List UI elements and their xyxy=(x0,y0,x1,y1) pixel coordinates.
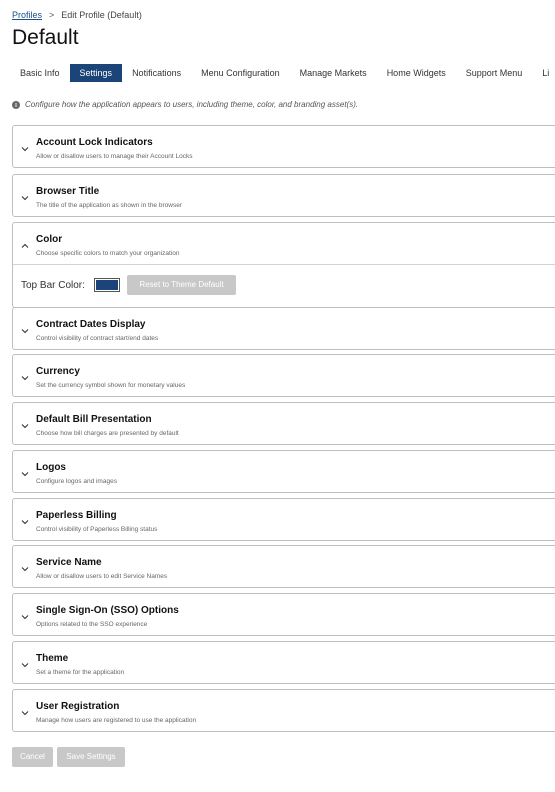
tab-settings[interactable]: Settings xyxy=(69,64,123,82)
section-description: Set a theme for the application xyxy=(36,669,125,676)
info-note-text: Configure how the application appears to… xyxy=(25,100,359,109)
section-default-bill-presentation: Default Bill Presentation Choose how bil… xyxy=(12,402,555,445)
tab-menu-configuration[interactable]: Menu Configuration xyxy=(191,64,290,82)
top-bar-color-label: Top Bar Color: xyxy=(21,280,85,291)
section-description: Options related to the SSO experience xyxy=(36,621,148,628)
section-account-lock-indicators: Account Lock Indicators Allow or disallo… xyxy=(12,125,555,168)
section-header[interactable]: Logos Configure logos and images xyxy=(13,451,555,492)
section-contract-dates-display: Contract Dates Display Control visibilit… xyxy=(12,307,555,350)
color-swatch xyxy=(96,280,118,290)
breadcrumb: Profiles > Edit Profile (Default) xyxy=(12,10,142,20)
tab-support-menu[interactable]: Support Menu xyxy=(456,64,533,82)
chevron-down-icon xyxy=(21,472,29,477)
chevron-down-icon xyxy=(21,424,29,429)
breadcrumb-current: Edit Profile (Default) xyxy=(61,10,142,20)
section-header[interactable]: Theme Set a theme for the application xyxy=(13,642,555,683)
section-header[interactable]: Single Sign-On (SSO) Options Options rel… xyxy=(13,594,555,635)
section-header[interactable]: User Registration Manage how users are r… xyxy=(13,690,555,731)
save-settings-button[interactable]: Save Settings xyxy=(57,747,125,767)
page-title: Default xyxy=(12,26,79,49)
tab-overflow[interactable]: Li xyxy=(532,64,555,82)
top-bar-color-picker[interactable] xyxy=(94,278,120,292)
color-settings-body: Top Bar Color: Reset to Theme Default xyxy=(13,264,555,307)
section-theme: Theme Set a theme for the application xyxy=(12,641,555,684)
tab-basic-info[interactable]: Basic Info xyxy=(0,64,70,82)
info-icon xyxy=(12,100,20,109)
chevron-down-icon xyxy=(21,615,29,620)
section-description: Control visibility of contract start/end… xyxy=(36,335,159,342)
section-title: Color xyxy=(36,234,63,245)
breadcrumb-separator: > xyxy=(49,10,55,20)
section-logos: Logos Configure logos and images xyxy=(12,450,555,493)
section-currency: Currency Set the currency symbol shown f… xyxy=(12,354,555,397)
chevron-down-icon xyxy=(21,196,29,201)
section-description: Choose how bill charges are presented by… xyxy=(36,430,179,437)
tab-bar: Basic Info Settings Notifications Menu C… xyxy=(0,64,555,82)
section-title: Account Lock Indicators xyxy=(36,137,153,148)
section-service-name: Service Name Allow or disallow users to … xyxy=(12,545,555,588)
chevron-down-icon xyxy=(21,520,29,525)
section-browser-title: Browser Title The title of the applicati… xyxy=(12,174,555,217)
section-title: Service Name xyxy=(36,557,102,568)
section-description: Choose specific colors to match your org… xyxy=(36,250,180,257)
section-header[interactable]: Service Name Allow or disallow users to … xyxy=(13,546,555,587)
chevron-down-icon xyxy=(21,567,29,572)
info-note: Configure how the application appears to… xyxy=(12,100,358,109)
section-title: Contract Dates Display xyxy=(36,319,146,330)
section-header[interactable]: Contract Dates Display Control visibilit… xyxy=(13,308,555,349)
tab-home-widgets[interactable]: Home Widgets xyxy=(377,64,456,82)
tab-manage-markets[interactable]: Manage Markets xyxy=(290,64,377,82)
chevron-down-icon xyxy=(21,147,29,152)
section-title: Logos xyxy=(36,462,66,473)
section-title: Default Bill Presentation xyxy=(36,414,152,425)
chevron-down-icon xyxy=(21,663,29,668)
section-description: Configure logos and images xyxy=(36,478,117,485)
section-title: Theme xyxy=(36,653,69,664)
section-header[interactable]: Paperless Billing Control visibility of … xyxy=(13,499,555,540)
section-title: Currency xyxy=(36,366,80,377)
section-title: User Registration xyxy=(36,701,120,712)
section-description: Manage how users are registered to use t… xyxy=(36,717,197,724)
section-header[interactable]: Account Lock Indicators Allow or disallo… xyxy=(13,126,555,167)
section-header[interactable]: Default Bill Presentation Choose how bil… xyxy=(13,403,555,444)
section-header[interactable]: Color Choose specific colors to match yo… xyxy=(13,223,555,264)
section-description: Allow or disallow users to manage their … xyxy=(36,153,193,160)
section-description: Control visibility of Paperless Billing … xyxy=(36,526,158,533)
section-user-registration: User Registration Manage how users are r… xyxy=(12,689,555,732)
reset-to-theme-default-button[interactable]: Reset to Theme Default xyxy=(127,275,236,295)
chevron-down-icon xyxy=(21,711,29,716)
tab-notifications[interactable]: Notifications xyxy=(122,64,191,82)
section-color: Color Choose specific colors to match yo… xyxy=(12,222,555,308)
chevron-down-icon xyxy=(21,376,29,381)
section-header[interactable]: Currency Set the currency symbol shown f… xyxy=(13,355,555,396)
cancel-button[interactable]: Cancel xyxy=(12,747,53,767)
section-description: Allow or disallow users to edit Service … xyxy=(36,573,168,580)
section-title: Single Sign-On (SSO) Options xyxy=(36,605,179,616)
section-paperless-billing: Paperless Billing Control visibility of … xyxy=(12,498,555,541)
chevron-up-icon xyxy=(21,243,29,248)
breadcrumb-link-profiles[interactable]: Profiles xyxy=(12,10,42,20)
section-title: Browser Title xyxy=(36,186,100,197)
chevron-down-icon xyxy=(21,329,29,334)
section-description: The title of the application as shown in… xyxy=(36,202,182,209)
section-title: Paperless Billing xyxy=(36,510,117,521)
section-single-sign-on-options: Single Sign-On (SSO) Options Options rel… xyxy=(12,593,555,636)
section-header[interactable]: Browser Title The title of the applicati… xyxy=(13,175,555,216)
section-description: Set the currency symbol shown for moneta… xyxy=(36,382,186,389)
